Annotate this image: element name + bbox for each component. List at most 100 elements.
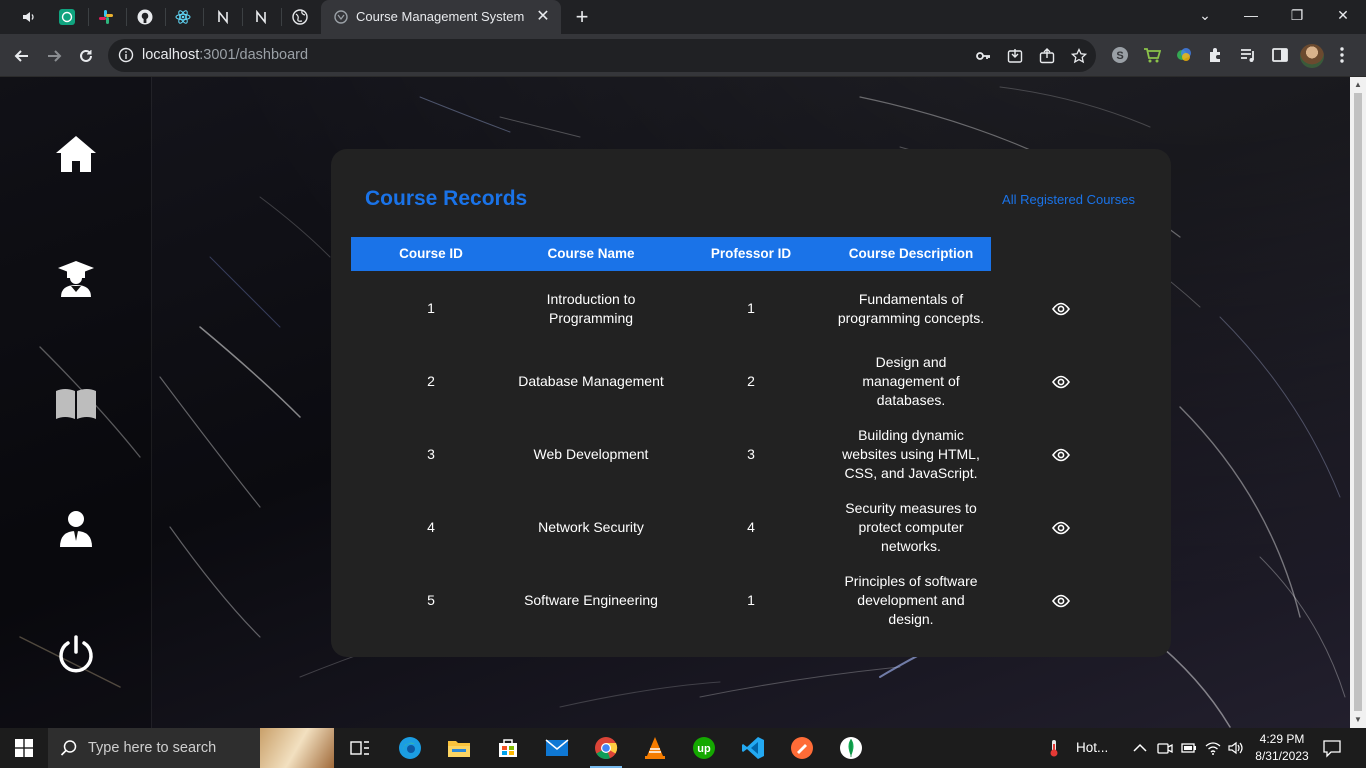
install-app-icon[interactable] (1006, 47, 1024, 65)
reload-icon[interactable] (72, 42, 100, 70)
notification-icon[interactable] (1322, 738, 1342, 758)
profile-avatar[interactable] (1300, 44, 1324, 68)
url-text[interactable]: localhost:3001/dashboard (142, 47, 308, 63)
site-info-icon[interactable] (118, 47, 134, 63)
extensions-puzzle-icon[interactable] (1206, 45, 1226, 65)
scrollbar-thumb[interactable] (1354, 93, 1362, 711)
professor-id-cell: 3 (747, 446, 755, 462)
view-eye-icon[interactable] (1051, 372, 1071, 392)
close-window-button[interactable]: ✕ (1320, 0, 1366, 32)
course-name-cell: Database Management (518, 373, 664, 389)
chatgpt-icon[interactable] (49, 5, 85, 29)
meet-now-icon[interactable] (1157, 740, 1173, 756)
page-scrollbar[interactable]: ▲ ▼ (1350, 77, 1366, 728)
clock-time: 4:29 PM (1259, 732, 1305, 746)
vscode-icon[interactable] (729, 728, 777, 768)
description-cell: Design and management of databases. (862, 354, 960, 408)
scroll-up-arrow-icon[interactable]: ▲ (1350, 77, 1366, 93)
tab-search-icon[interactable]: ⌄ (1182, 0, 1228, 32)
course-id-cell: 1 (427, 300, 435, 316)
mongodb-icon[interactable] (827, 728, 875, 768)
skype-extension-icon[interactable]: S (1110, 45, 1130, 65)
share-icon[interactable] (1038, 47, 1056, 65)
key-icon[interactable] (974, 47, 992, 65)
bookmark-star-icon[interactable] (1070, 47, 1088, 65)
restore-button[interactable]: ❐ (1274, 0, 1320, 32)
scroll-down-arrow-icon[interactable]: ▼ (1350, 712, 1366, 728)
wifi-icon[interactable] (1205, 740, 1221, 756)
minimize-button[interactable]: — (1228, 0, 1274, 32)
cart-extension-icon[interactable] (1142, 45, 1162, 65)
active-tab[interactable]: Course Management System ✕ (321, 0, 561, 34)
professor-id-cell: 4 (747, 519, 755, 535)
forward-icon[interactable] (40, 42, 68, 70)
clock-date: 8/31/2023 (1255, 749, 1309, 763)
volume-icon[interactable] (1228, 740, 1244, 756)
chrome-icon[interactable] (582, 728, 630, 768)
book-icon[interactable] (54, 382, 98, 426)
view-eye-icon[interactable] (1051, 299, 1071, 319)
task-view-icon[interactable] (336, 728, 384, 768)
course-id-cell: 5 (427, 592, 435, 608)
table-row: 4 Network Security 4 Security measures t… (351, 491, 1071, 564)
media-queue-icon[interactable] (1238, 45, 1258, 65)
course-name-cell: Software Engineering (524, 592, 658, 608)
windows-start-icon[interactable] (0, 728, 48, 768)
upwork-icon[interactable]: up (680, 728, 728, 768)
home-icon[interactable] (54, 132, 98, 176)
table-row: 5 Software Engineering 1 Principles of s… (351, 564, 1071, 637)
all-registered-courses-link[interactable]: All Registered Courses (1002, 192, 1135, 207)
professor-icon[interactable] (54, 507, 98, 551)
tab-title: Course Management System (356, 9, 525, 24)
github-icon[interactable] (127, 5, 163, 29)
tab-separator (203, 8, 204, 26)
taskbar-search-box[interactable]: Type here to search (48, 728, 334, 768)
battery-icon[interactable] (1181, 740, 1197, 756)
postman-icon[interactable] (778, 728, 826, 768)
side-panel-icon[interactable] (1270, 45, 1290, 65)
table-row: 2 Database Management 2 Design and manag… (351, 345, 1071, 418)
header-course-id: Course ID (399, 246, 463, 261)
svg-text:up: up (697, 743, 711, 755)
speaker-icon[interactable] (10, 5, 46, 29)
react-icon[interactable] (165, 5, 201, 29)
chevron-up-icon[interactable] (1132, 740, 1148, 756)
professor-id-cell: 1 (747, 592, 755, 608)
globe-icon[interactable] (282, 5, 318, 29)
course-id-cell: 4 (427, 519, 435, 535)
table-row: 3 Web Development 3 Building dynamic web… (351, 418, 1071, 491)
file-explorer-icon[interactable] (435, 728, 483, 768)
close-tab-icon[interactable]: ✕ (533, 7, 553, 27)
back-icon[interactable] (8, 42, 36, 70)
notion-icon-2[interactable] (243, 5, 279, 29)
svg-text:S: S (1116, 50, 1123, 62)
tab-favicon-icon (334, 10, 348, 24)
vlc-icon[interactable] (631, 728, 679, 768)
view-eye-icon[interactable] (1051, 591, 1071, 611)
course-id-cell: 2 (427, 373, 435, 389)
color-extension-icon[interactable] (1174, 45, 1194, 65)
description-cell: Principles of software development and d… (844, 573, 978, 627)
professor-id-cell: 1 (747, 300, 755, 316)
notion-icon[interactable] (205, 5, 241, 29)
power-icon[interactable] (54, 632, 98, 676)
taskbar-clock[interactable]: 4:29 PM 8/31/2023 (1250, 731, 1314, 765)
course-records-card: Course Records All Registered Courses Co… (331, 149, 1171, 657)
store-icon[interactable] (484, 728, 532, 768)
mail-icon[interactable] (533, 728, 581, 768)
new-tab-button[interactable]: + (568, 4, 596, 30)
description-cell: Security measures to protect computer ne… (845, 500, 977, 554)
edge-icon[interactable] (386, 728, 434, 768)
url-path: :3001/dashboard (199, 47, 309, 63)
slack-icon[interactable] (88, 5, 124, 29)
view-eye-icon[interactable] (1051, 518, 1071, 538)
course-name-cell: Web Development (533, 446, 649, 462)
address-bar[interactable]: localhost:3001/dashboard (108, 39, 1096, 72)
view-eye-icon[interactable] (1051, 445, 1071, 465)
browser-menu-icon[interactable] (1332, 45, 1352, 65)
browser-tabstrip: Course Management System ✕ + ⌄ — ❐ ✕ (0, 0, 1366, 34)
student-icon[interactable] (54, 257, 98, 301)
weather-thermometer-icon[interactable] (1046, 740, 1062, 757)
weather-label[interactable]: Hot... (1076, 740, 1108, 755)
course-id-cell: 3 (427, 446, 435, 462)
